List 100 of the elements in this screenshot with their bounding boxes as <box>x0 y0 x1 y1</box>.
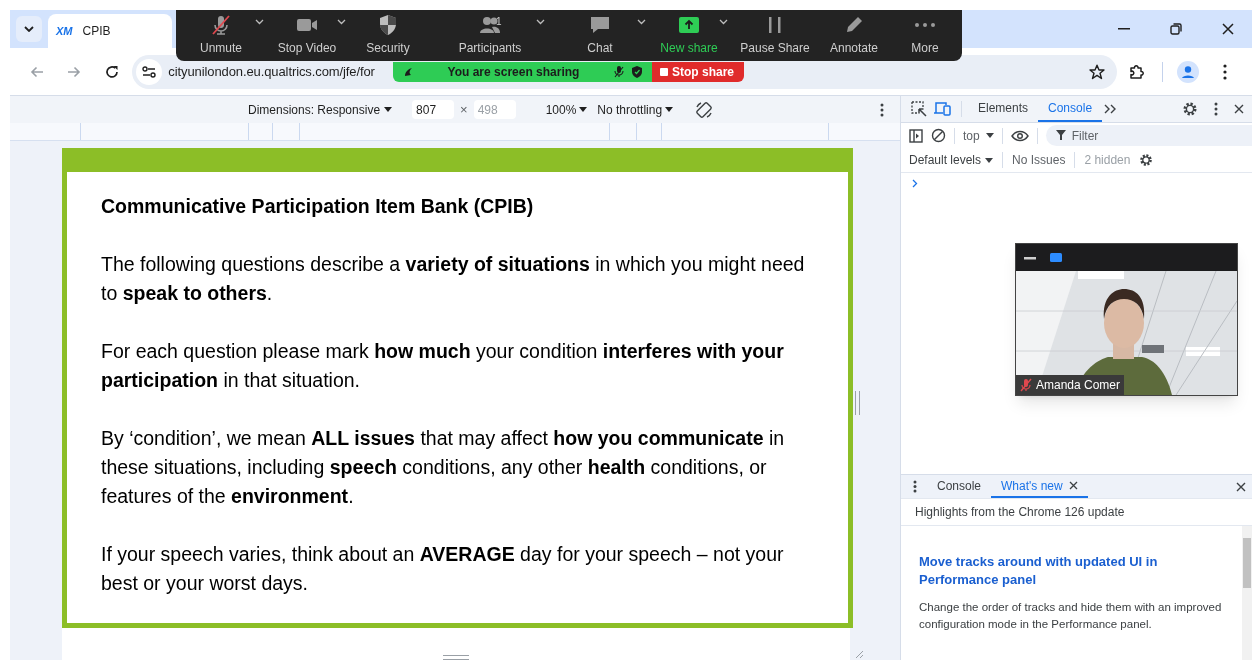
view-toggle-icon[interactable] <box>1050 253 1062 262</box>
participant-name: Amanda Comer <box>1036 377 1121 394</box>
survey-title: Communicative Participation Item Bank (CPIB) <box>101 194 535 219</box>
kebab-menu-icon <box>913 480 917 493</box>
drag-handle-icon <box>403 67 413 77</box>
hidden-count: 2 hidden <box>1084 152 1131 169</box>
participant-count: 1 <box>496 15 502 29</box>
meeting-control[interactable]: Security <box>366 14 410 57</box>
back-arrow-icon <box>29 65 44 78</box>
favicon-text: XM <box>56 23 73 39</box>
meeting-control[interactable]: Unmute <box>200 14 242 57</box>
close-icon <box>1222 23 1234 35</box>
log-levels-dropdown[interactable]: Default levels <box>909 151 994 169</box>
puzzle-icon <box>1129 63 1146 80</box>
scrollbar[interactable] <box>1242 526 1252 660</box>
sharing-banner[interactable]: You are screen sharing <box>393 62 652 82</box>
caret-icon[interactable] <box>536 19 545 25</box>
times-sign: × <box>460 100 468 119</box>
kebab-menu-icon <box>1214 102 1218 116</box>
rotate-button[interactable] <box>695 100 714 119</box>
width-field[interactable]: 807 <box>412 100 455 119</box>
caret-icon[interactable] <box>985 157 994 163</box>
url-text: cityunilondon.eu.qualtrics.com/jfe/for <box>168 62 375 81</box>
article-text: Change the order of tracks and hide them with an improved configuration mode in the Performance panel. <box>919 600 1223 632</box>
minimize-icon <box>1118 28 1130 30</box>
instruction-paragraph: The following questions describe a variety of situations in which you might need to speak to others. <box>101 252 806 306</box>
drawer-tab[interactable]: What's new <box>991 475 1088 498</box>
bookmark-star-icon[interactable] <box>1088 63 1105 80</box>
eye-icon <box>1010 129 1029 142</box>
clear-console-button[interactable] <box>931 128 946 143</box>
caret-icon[interactable] <box>985 133 994 138</box>
devices-icon <box>933 101 951 117</box>
meeting-control[interactable]: New share <box>660 14 718 57</box>
control-label: New share <box>660 40 718 57</box>
tab-title: CPIB <box>82 23 111 40</box>
context-dropdown[interactable]: top <box>963 126 994 145</box>
zoom-dropdown[interactable]: 100% <box>545 100 588 119</box>
caret-icon[interactable] <box>665 107 674 112</box>
browser-tab[interactable]: XM CPIB <box>48 14 172 48</box>
caret-icon[interactable] <box>255 19 264 25</box>
drawer-tab[interactable]: Console <box>927 475 992 498</box>
control-label: Pause Share <box>740 40 810 57</box>
profile-avatar-icon <box>1176 60 1199 83</box>
control-label: Stop Video <box>277 40 337 57</box>
filter-field[interactable]: Filter <box>1045 125 1252 146</box>
article-link[interactable]: Move tracks around with updated UI in Performance panel <box>919 553 1209 589</box>
meeting-control[interactable]: Annotate <box>829 14 878 57</box>
dimensions-dropdown[interactable]: Dimensions: Responsive <box>248 100 393 119</box>
meeting-control[interactable]: Chat <box>587 14 613 57</box>
video-window[interactable]: Amanda Comer <box>1015 243 1238 396</box>
meeting-control[interactable]: More <box>911 14 939 57</box>
forward-arrow-icon <box>67 65 82 78</box>
restore-icon <box>1170 23 1182 35</box>
close-icon <box>1234 104 1244 114</box>
devtools-tab[interactable]: Console <box>1038 96 1103 122</box>
sidebar-icon <box>909 128 923 143</box>
control-label: Participants <box>458 40 522 57</box>
prompt-chevron-icon <box>912 179 918 188</box>
resize-handle[interactable] <box>855 391 860 415</box>
filter-icon <box>1055 130 1066 140</box>
height-field[interactable]: 498 <box>473 100 516 119</box>
stop-share-button[interactable]: Stop share <box>652 62 744 82</box>
reload-icon <box>104 64 119 79</box>
caret-icon[interactable] <box>337 19 346 25</box>
shield-check-icon <box>632 66 642 78</box>
sharing-status: You are screen sharing <box>446 64 581 81</box>
meeting-control[interactable]: Stop Video <box>277 14 337 57</box>
kebab-menu-icon <box>1223 63 1228 80</box>
console-settings-button[interactable] <box>1139 153 1154 167</box>
device-options-button[interactable] <box>880 102 884 117</box>
kebab-menu-icon <box>880 102 884 117</box>
shield-icon <box>377 14 399 36</box>
close-icon[interactable] <box>1068 481 1078 490</box>
chat-bubble-icon <box>589 14 611 36</box>
muted-mic-icon <box>614 66 624 78</box>
sidebar-toggle-button[interactable] <box>909 128 923 143</box>
resize-handle[interactable] <box>443 655 469 660</box>
chevron-down-icon <box>24 26 34 32</box>
meeting-control[interactable]: Pause Share <box>740 14 810 57</box>
more-dots-icon <box>915 23 935 27</box>
caret-icon[interactable] <box>384 107 393 112</box>
tab-search-button[interactable] <box>16 16 42 42</box>
settings-icon <box>1139 153 1154 167</box>
instruction-paragraph: If your speech varies, think about an AVERAGE day for your speech – not your best or your worst days. <box>101 542 785 596</box>
muted-mic-icon <box>210 14 232 36</box>
control-label: More <box>911 40 939 57</box>
instruction-paragraph: For each question please mark how much your condition interferes with your participation in that situation. <box>101 339 785 393</box>
live-expression-button[interactable] <box>1010 129 1029 142</box>
caret-icon[interactable] <box>719 19 728 25</box>
throttling-dropdown[interactable]: No throttling <box>597 100 674 119</box>
issues-button[interactable]: No Issues <box>1012 151 1066 169</box>
minimize-icon[interactable] <box>1024 255 1036 260</box>
devtools-tab[interactable]: Elements <box>968 96 1039 122</box>
caret-icon[interactable] <box>637 19 646 25</box>
caret-icon[interactable] <box>579 107 588 112</box>
inspect-icon <box>911 101 927 117</box>
control-label: Unmute <box>200 40 242 57</box>
whats-new-header: Highlights from the Chrome 126 update <box>901 499 1252 526</box>
control-label: Chat <box>587 40 613 57</box>
site-info-button[interactable] <box>136 58 163 85</box>
